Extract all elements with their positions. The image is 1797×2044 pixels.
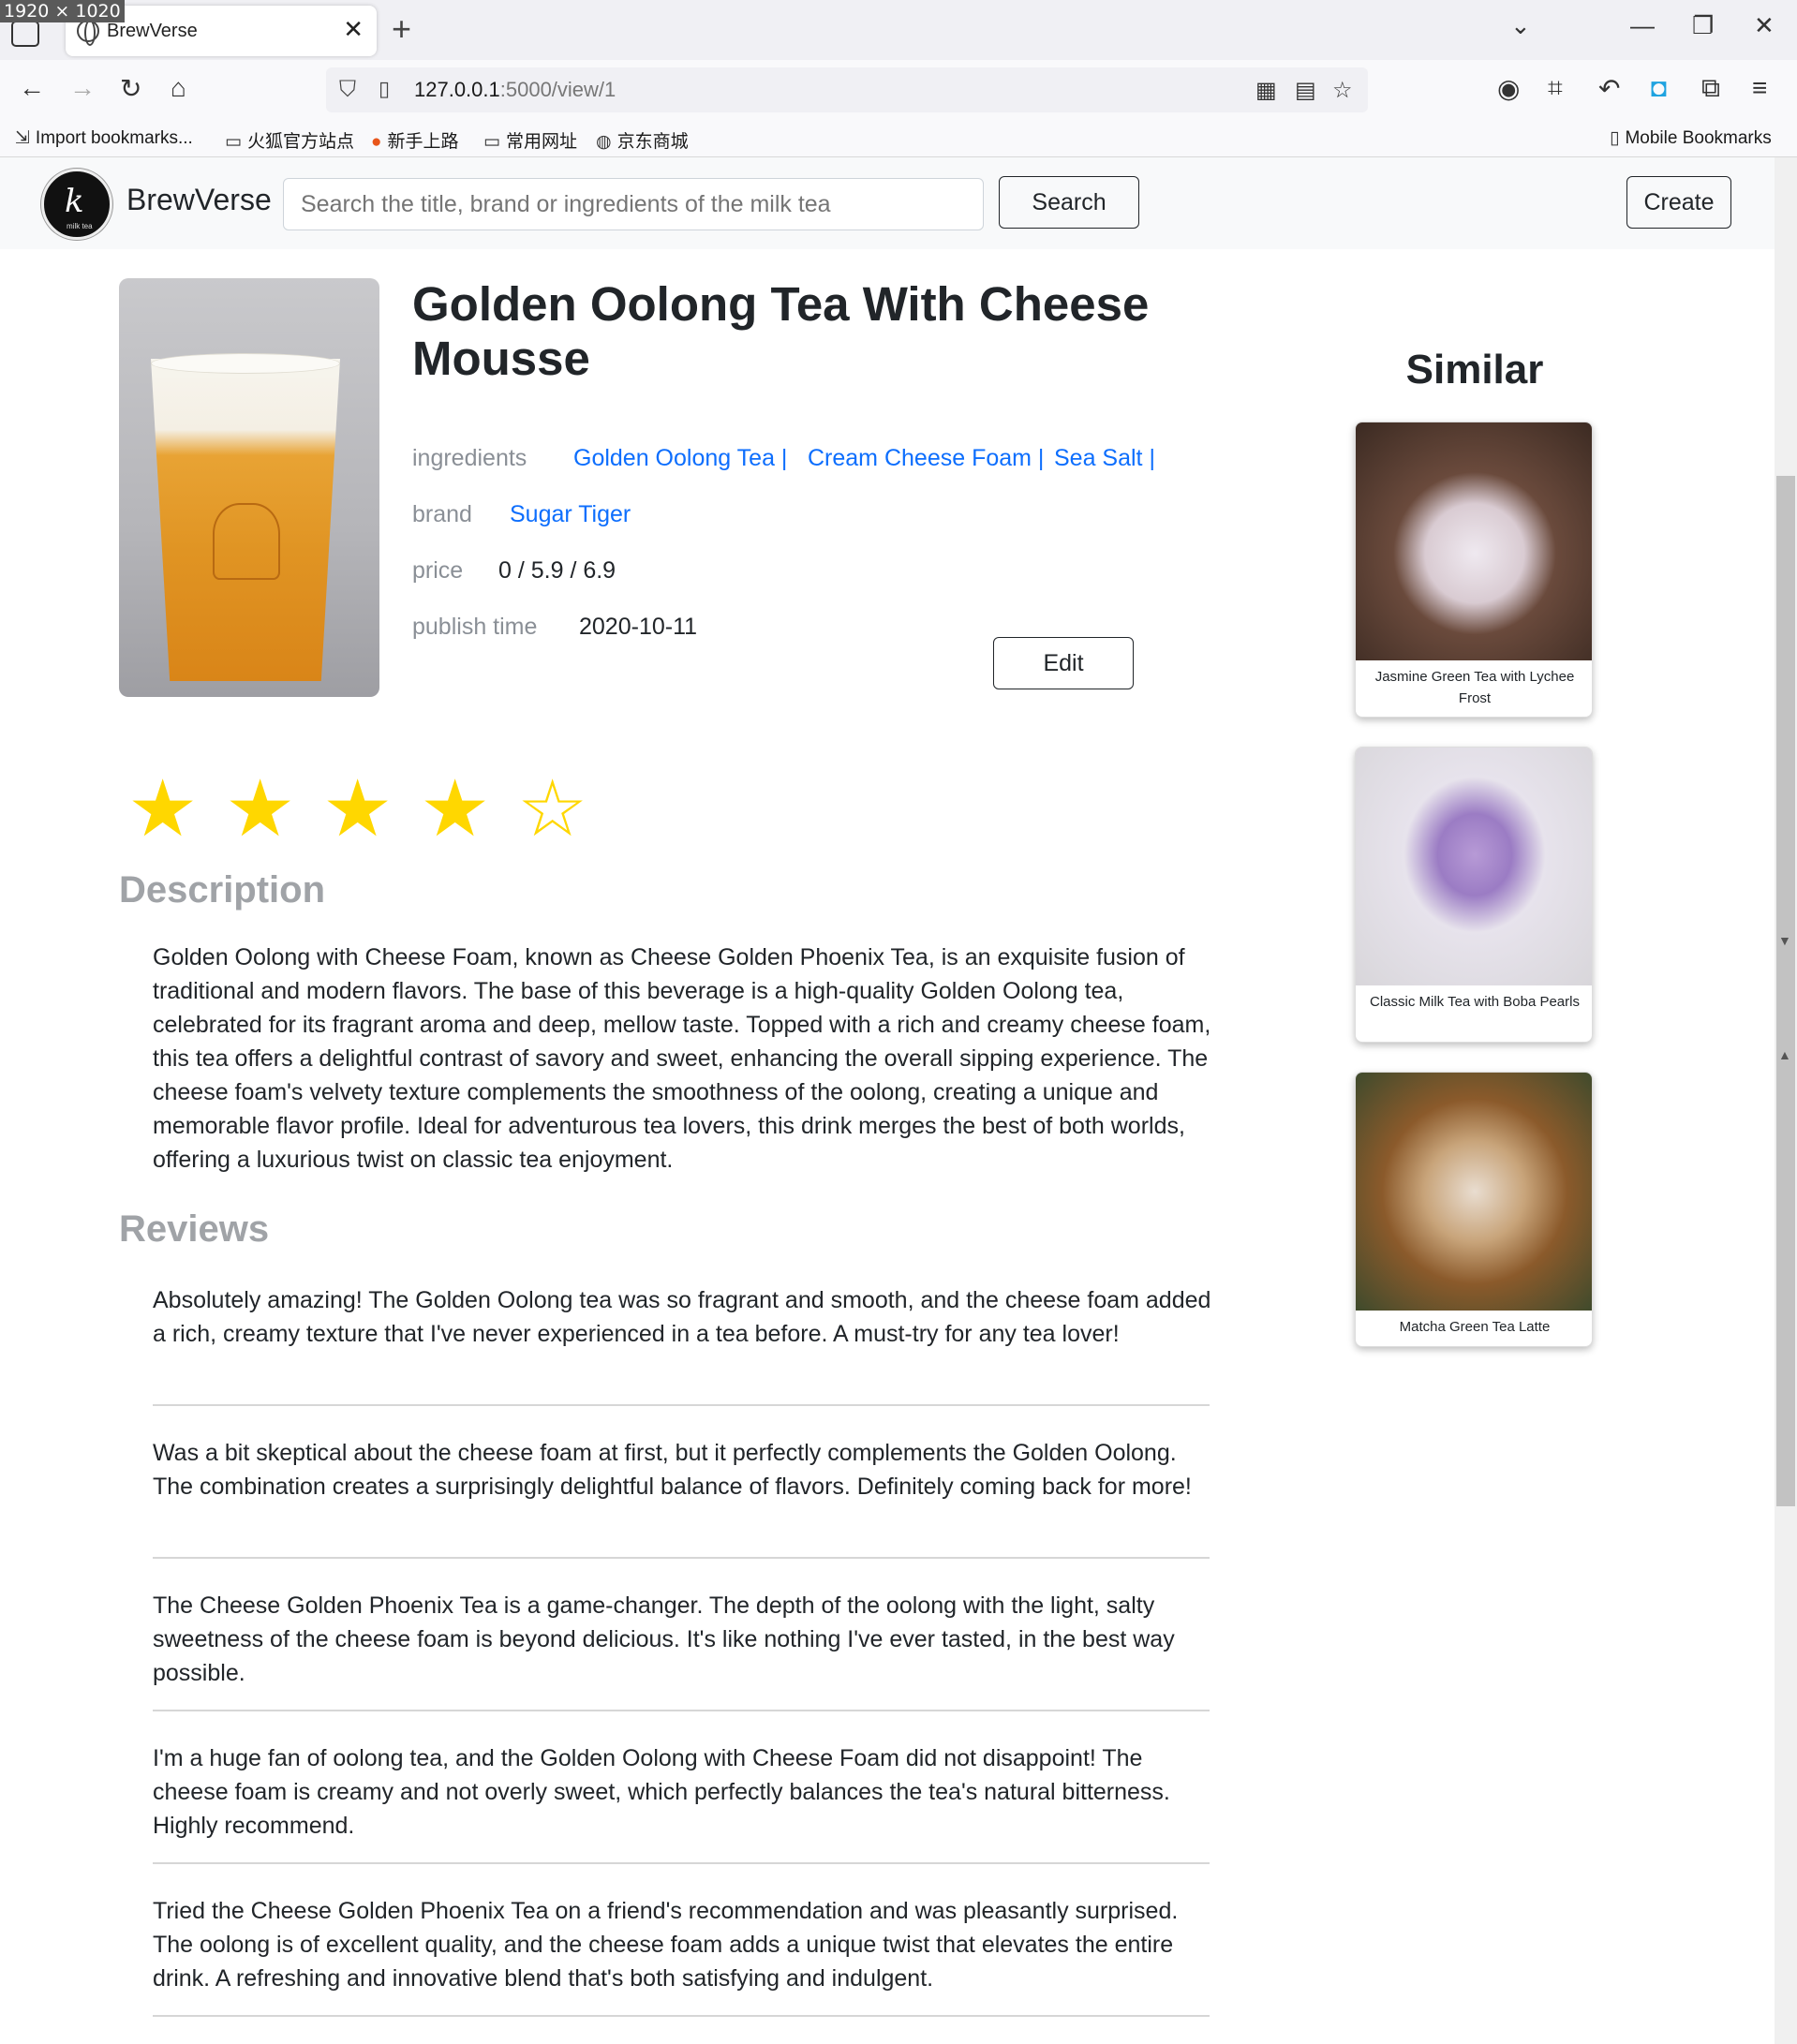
bookmark-item[interactable]: ▭ 火狐官方站点 <box>225 127 354 153</box>
back-icon[interactable]: ← <box>19 73 45 103</box>
review-divider <box>153 1557 1210 1559</box>
review-divider <box>153 1862 1210 1864</box>
globe-icon: ◍ <box>596 132 612 152</box>
site-logo[interactable]: k milk tea <box>41 169 112 240</box>
tab-list-icon[interactable] <box>11 21 39 47</box>
price-label: price <box>412 557 464 584</box>
create-button[interactable]: Create <box>1626 176 1731 229</box>
tab-close-icon[interactable]: ✕ <box>343 15 364 44</box>
account-icon[interactable]: ◉ <box>1497 73 1520 104</box>
similar-card[interactable]: Classic Milk Tea with Boba Pearls <box>1355 747 1593 1043</box>
similar-card-label: Jasmine Green Tea with Lychee Frost <box>1374 669 1575 706</box>
extensions-icon[interactable]: ⧉ <box>1701 73 1720 104</box>
menu-icon[interactable]: ≡ <box>1752 73 1767 103</box>
bookmarks-bar: ⇲ Import bookmarks... ▭ 火狐官方站点 ● 新手上路 ▭ 常用网址… <box>0 120 1797 157</box>
similar-card[interactable]: Matcha Green Tea Latte <box>1355 1072 1593 1347</box>
browser-tab-bar: BrewVerse ✕ + ⌄ — ❐ ✕ <box>0 0 1797 60</box>
tiger-sugar-emblem <box>213 503 280 580</box>
bookmark-star-icon[interactable]: ☆ <box>1332 77 1353 104</box>
minimize-icon[interactable]: — <box>1630 11 1655 40</box>
similar-card-image <box>1356 748 1592 985</box>
star-filled-icon[interactable]: ★ <box>322 766 393 851</box>
mobile-icon: ▯ <box>1610 128 1620 148</box>
edit-button[interactable]: Edit <box>993 637 1134 689</box>
window-close-icon[interactable]: ✕ <box>1754 11 1775 40</box>
star-filled-icon[interactable]: ★ <box>225 766 295 851</box>
undo-icon[interactable]: ↶ <box>1598 73 1620 104</box>
similar-card-label: Classic Milk Tea with Boba Pearls <box>1370 994 1580 1010</box>
screen-size-badge: 1920 × 1020 <box>0 0 125 22</box>
scroll-up-icon[interactable]: ▲ <box>1778 1047 1791 1062</box>
product-title: Golden Oolong Tea With Cheese Mousse <box>412 277 1150 385</box>
review-text: The Cheese Golden Phoenix Tea is a game-… <box>153 1592 1175 1686</box>
star-empty-icon[interactable]: ☆ <box>517 766 587 851</box>
folder-icon: ▭ <box>483 132 500 152</box>
ingredient-link[interactable]: Cream Cheese Foam | <box>808 445 1044 472</box>
chevron-down-icon[interactable]: ⌄ <box>1510 11 1531 40</box>
bookmark-item[interactable]: ▭ 常用网址 <box>483 127 577 153</box>
brand-name[interactable]: BrewVerse <box>126 183 272 217</box>
globe-icon <box>77 20 99 46</box>
bookmark-item[interactable]: ⇲ Import bookmarks... <box>15 127 193 149</box>
ingredients-label: ingredients <box>412 445 527 471</box>
reload-icon[interactable]: ↻ <box>120 73 141 104</box>
star-filled-icon[interactable]: ★ <box>127 766 198 851</box>
ingredient-link[interactable]: Golden Oolong Tea | <box>573 445 787 472</box>
bookmark-item[interactable]: ● 新手上路 <box>371 127 459 153</box>
review-divider <box>153 2015 1210 2017</box>
mobile-bookmarks[interactable]: ▯ Mobile Bookmarks <box>1610 127 1772 149</box>
restore-icon[interactable]: ❐ <box>1692 11 1714 40</box>
search-input[interactable] <box>283 178 984 230</box>
extension-cup-icon[interactable]: ◘ <box>1651 73 1667 103</box>
tea-cup-rim <box>151 353 340 374</box>
similar-card-label: Matcha Green Tea Latte <box>1399 1319 1551 1335</box>
similar-card-image <box>1356 422 1592 660</box>
home-icon[interactable]: ⌂ <box>171 73 186 103</box>
publish-time-label: publish time <box>412 614 538 640</box>
page-scrollbar[interactable]: ▼ ▲ <box>1775 157 1797 2044</box>
firefox-icon: ● <box>371 132 382 152</box>
forward-icon[interactable]: → <box>69 73 96 103</box>
review-text: Absolutely amazing! The Golden Oolong te… <box>153 1287 1211 1347</box>
url-text[interactable]: 127.0.0.1:5000/view/1 <box>414 78 616 102</box>
product-image <box>119 278 379 697</box>
price-value: 0 / 5.9 / 6.9 <box>498 557 616 584</box>
logo-text: milk tea <box>67 222 93 230</box>
brand-link[interactable]: Sugar Tiger <box>510 501 631 528</box>
reader-view-icon[interactable]: ▤ <box>1295 77 1316 104</box>
review-divider <box>153 1710 1210 1711</box>
page-info-icon[interactable]: ▯ <box>379 77 390 101</box>
tab-title: BrewVerse <box>107 21 198 41</box>
publish-time-value: 2020-10-11 <box>579 614 698 640</box>
description-text: Golden Oolong with Cheese Foam, known as… <box>153 944 1211 1173</box>
scroll-down-icon[interactable]: ▼ <box>1778 933 1791 948</box>
similar-card[interactable]: Jasmine Green Tea with Lychee Frost <box>1355 422 1593 718</box>
review-text: Was a bit skeptical about the cheese foa… <box>153 1440 1192 1500</box>
similar-card-image <box>1356 1073 1592 1311</box>
new-tab-icon[interactable]: + <box>392 9 411 49</box>
folder-icon: ▭ <box>225 132 242 152</box>
logo-mark: k <box>65 183 84 220</box>
shield-icon[interactable]: ⛉ <box>339 77 356 103</box>
description-heading: Description <box>119 869 326 911</box>
review-text: Tried the Cheese Golden Phoenix Tea on a… <box>153 1898 1179 1992</box>
search-button[interactable]: Search <box>999 176 1139 229</box>
url-bar[interactable]: ⛉ ▯ 127.0.0.1:5000/view/1 ▦ ▤ ☆ <box>326 67 1368 112</box>
ingredient-link[interactable]: Sea Salt | <box>1054 445 1155 472</box>
review-text: I'm a huge fan of oolong tea, and the Go… <box>153 1745 1170 1839</box>
crop-icon[interactable]: ⌗ <box>1548 73 1563 104</box>
bookmark-item[interactable]: ◍ 京东商城 <box>596 127 689 153</box>
similar-heading: Similar <box>1405 347 1544 393</box>
review-divider <box>153 1404 1210 1406</box>
star-filled-icon[interactable]: ★ <box>420 766 490 851</box>
scrollbar-thumb[interactable] <box>1776 476 1795 1506</box>
qr-code-icon[interactable]: ▦ <box>1255 77 1277 104</box>
brand-label: brand <box>412 501 472 527</box>
reviews-heading: Reviews <box>119 1208 270 1250</box>
site-header: k milk tea BrewVerse Search Create <box>0 157 1775 249</box>
import-icon: ⇲ <box>15 128 30 148</box>
